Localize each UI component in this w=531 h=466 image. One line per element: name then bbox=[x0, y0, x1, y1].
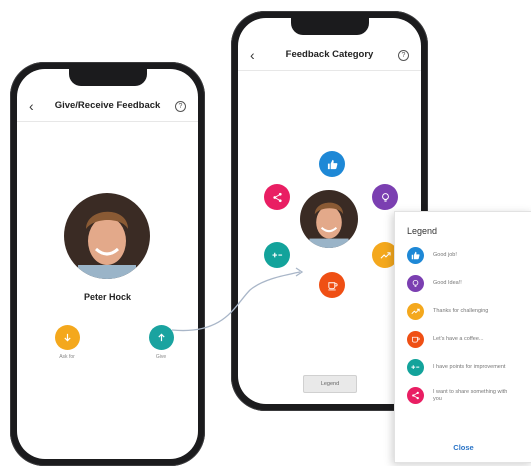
phone-notch bbox=[68, 69, 147, 86]
phone-notch bbox=[290, 18, 369, 35]
